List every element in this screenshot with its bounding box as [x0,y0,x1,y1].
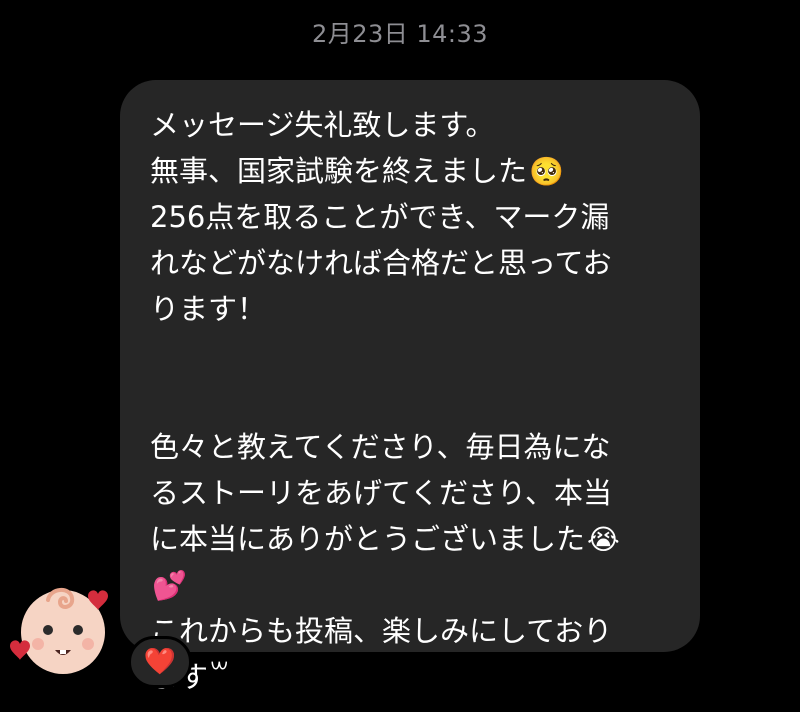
sender-avatar[interactable] [8,580,118,680]
pleading-face-emoji-icon: 🥺 [529,155,564,188]
message-line: これからも投稿、楽しみにしており [150,614,613,648]
message-line: に本当にありがとうございました😭 [150,522,620,556]
message-line: 色々と教えてくださり、毎日為にな [150,430,611,464]
message-line: 無事、国家試験を終えました🥺 [150,154,564,188]
two-hearts-emoji-icon: 💕 [152,569,187,602]
baby-face-icon [10,588,108,674]
message-line: るストーリをあげてくださり、本当 [150,476,612,510]
message-line: ります！ [150,292,267,326]
message-line: れなどがなければ合格だと思ってお [150,246,612,280]
message-bubble[interactable]: メッセージ失礼致します。 無事、国家試験を終えました🥺 256点を取ることができ… [120,80,700,694]
message-timestamp: 2月23日 14:33 [311,20,489,48]
crying-face-emoji-icon: 😭 [587,523,620,556]
red-heart-icon: ❤️ [143,647,177,677]
message-line: 256点を取ることができ、マーク漏 [150,200,610,234]
message-line: メッセージ失礼致します。 [150,108,495,142]
heart-reaction[interactable]: ❤️ [128,636,192,688]
message-line: ます꒳ [150,660,231,694]
message-line: 💕 [150,562,672,608]
